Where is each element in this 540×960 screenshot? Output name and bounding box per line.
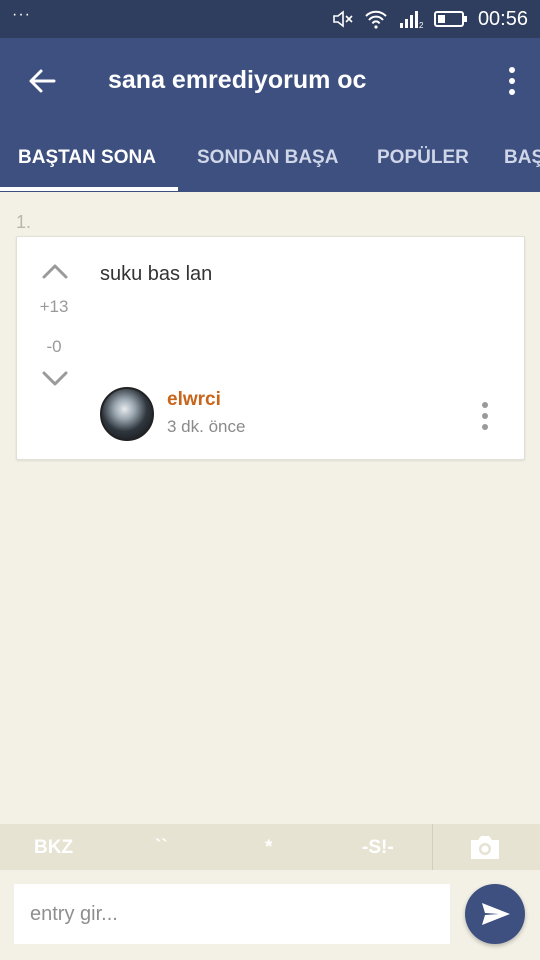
asterisk-button[interactable]: * (265, 824, 272, 870)
format-toolbar: BKZ `` * -S!- (0, 824, 540, 870)
author-name[interactable]: elwrci (167, 389, 221, 411)
send-button[interactable] (465, 884, 525, 944)
status-icons: 2 00:56 (332, 0, 528, 38)
svg-text:2: 2 (419, 21, 424, 29)
avatar[interactable] (100, 387, 154, 441)
tab-populer[interactable]: POPÜLER (377, 124, 469, 192)
camera-icon[interactable] (468, 832, 502, 862)
tab-sondan-basa[interactable]: SONDAN BAŞA (197, 124, 338, 192)
spoiler-button[interactable]: -S!- (362, 824, 394, 870)
active-tab-indicator (0, 187, 178, 191)
tab-bas[interactable]: BAŞ (504, 124, 540, 192)
clock-time: 00:56 (477, 7, 528, 30)
wifi-icon (365, 10, 387, 29)
app-bar: sana emrediyorum oc (0, 38, 540, 124)
entry-text: suku bas lan (100, 263, 213, 285)
entry-index: 1. (16, 212, 32, 232)
downvote-chevron-icon[interactable] (39, 367, 71, 391)
entry-input[interactable] (14, 884, 450, 944)
back-arrow-icon[interactable] (24, 62, 62, 100)
signal-icon: 2 (399, 11, 424, 29)
upvote-chevron-icon[interactable] (39, 259, 71, 283)
upvote-count: +13 (39, 297, 69, 316)
tab-bastan-sona[interactable]: BAŞTAN SONA (18, 124, 156, 192)
downvote-count: -0 (46, 337, 62, 356)
entry-time: 3 dk. önce (167, 417, 246, 436)
notification-dots-icon: ··· (12, 6, 31, 23)
entry-more-icon[interactable] (480, 401, 490, 431)
battery-icon (433, 11, 467, 27)
backtick-button[interactable]: `` (155, 824, 168, 870)
more-vertical-icon[interactable] (502, 62, 522, 100)
status-bar: ··· 2 00:56 (0, 0, 540, 38)
entry-card: +13 -0 suku bas lan elwrci 3 dk. önce (16, 236, 525, 460)
page-title: sana emrediyorum oc (108, 66, 367, 94)
send-icon (482, 903, 510, 925)
bkz-button[interactable]: BKZ (34, 824, 73, 870)
entry-input-row (0, 870, 540, 960)
toolbar-divider (432, 824, 433, 870)
mute-icon (333, 10, 353, 28)
tab-bar: BAŞTAN SONA SONDAN BAŞA POPÜLER BAŞ (0, 124, 540, 192)
